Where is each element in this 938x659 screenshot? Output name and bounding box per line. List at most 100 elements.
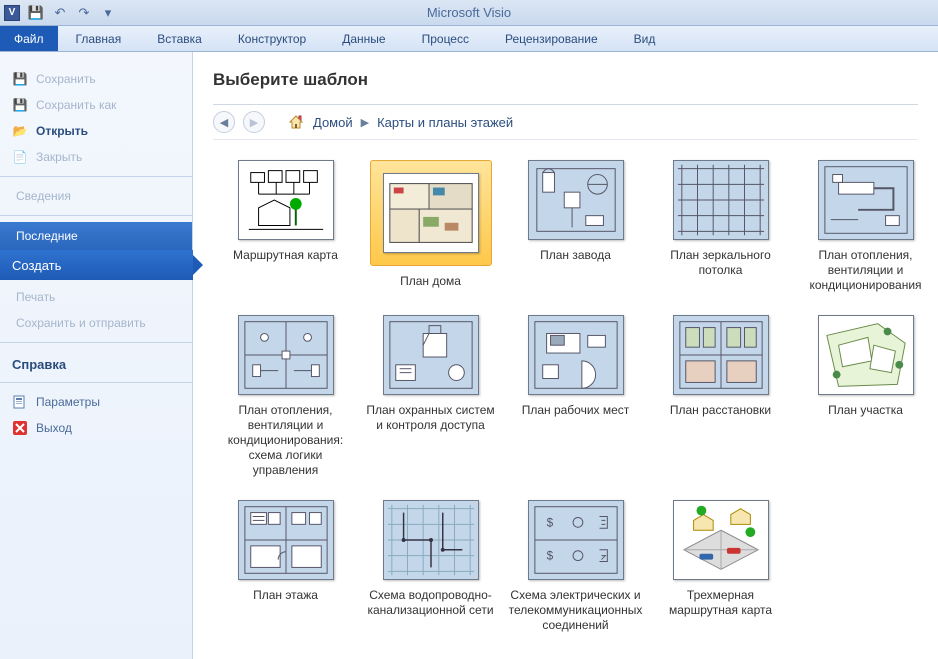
sidebar-create[interactable]: Создать xyxy=(0,250,193,280)
template-thumbnail xyxy=(238,315,334,395)
options-icon xyxy=(12,394,28,410)
template-electrical[interactable]: $$ Схема электрических и телекоммуникаци… xyxy=(503,496,648,637)
quick-access-toolbar: 💾 ↶ ↷ ▾ xyxy=(28,5,116,21)
sidebar-divider xyxy=(0,382,192,383)
app-icon: V xyxy=(4,5,20,21)
sidebar-recent[interactable]: Последние xyxy=(0,222,192,250)
tab-home[interactable]: Главная xyxy=(58,26,140,51)
nav-back-button[interactable]: ◀ xyxy=(213,111,235,133)
template-thumb-wrap xyxy=(528,160,624,240)
template-plumbing[interactable]: Схема водопроводно-канализационной сети xyxy=(358,496,503,637)
sidebar-exit-label: Выход xyxy=(36,421,72,435)
sidebar-open[interactable]: 📂 Открыть xyxy=(0,118,192,144)
qat-undo-icon[interactable]: ↶ xyxy=(52,5,68,21)
template-thumb-wrap xyxy=(370,160,492,266)
template-label: План зеркального потолка xyxy=(652,248,789,278)
template-label: План участка xyxy=(828,403,903,418)
sidebar-print-label: Печать xyxy=(16,290,55,304)
open-icon: 📂 xyxy=(12,123,28,139)
svg-text:$: $ xyxy=(546,550,553,563)
breadcrumb-bar: ◀ ▶ Домой ▶ Карты и планы этажей xyxy=(213,104,918,140)
template-thumbnail: $$ xyxy=(528,500,624,580)
template-thumb-wrap xyxy=(238,160,334,240)
template-label: План охранных систем и контроля доступа xyxy=(362,403,499,433)
sidebar-info[interactable]: Сведения xyxy=(0,183,192,209)
template-ceiling-plan[interactable]: План зеркального потолка xyxy=(648,156,793,297)
template-thumbnail xyxy=(383,315,479,395)
template-route-map[interactable]: Маршрутная карта xyxy=(213,156,358,297)
template-thumbnail xyxy=(528,315,624,395)
sidebar-save-as[interactable]: 💾 Сохранить как xyxy=(0,92,192,118)
sidebar-create-label: Создать xyxy=(12,258,61,273)
sidebar-options[interactable]: Параметры xyxy=(0,389,192,415)
sidebar-exit[interactable]: Выход xyxy=(0,415,192,441)
template-layout-plan[interactable]: План расстановки xyxy=(648,311,793,482)
template-thumbnail xyxy=(673,315,769,395)
template-hvac-logic[interactable]: План отопления, вентиляции и кондиционир… xyxy=(213,311,358,482)
app-title: Microsoft Visio xyxy=(427,5,511,20)
tab-view[interactable]: Вид xyxy=(616,26,674,51)
breadcrumb-home[interactable]: Домой xyxy=(313,115,353,130)
sidebar-close-label: Закрыть xyxy=(36,150,82,164)
content-panel: Выберите шаблон ◀ ▶ Домой ▶ Карты и план… xyxy=(193,52,938,659)
template-floor-plan[interactable]: План этажа xyxy=(213,496,358,637)
sidebar-save[interactable]: 💾 Сохранить xyxy=(0,66,192,92)
template-3d-route[interactable]: Трехмерная маршрутная карта xyxy=(648,496,793,637)
sidebar-options-label: Параметры xyxy=(36,395,100,409)
content-heading: Выберите шаблон xyxy=(213,70,918,90)
svg-text:$: $ xyxy=(546,516,553,529)
template-label: План завода xyxy=(540,248,611,263)
sidebar-divider xyxy=(0,342,192,343)
template-security-plan[interactable]: План охранных систем и контроля доступа xyxy=(358,311,503,482)
template-thumb-wrap xyxy=(238,315,334,395)
sidebar-save-send[interactable]: Сохранить и отправить xyxy=(0,310,192,336)
tab-review[interactable]: Рецензирование xyxy=(487,26,616,51)
template-label: План рабочих мест xyxy=(522,403,630,418)
ribbon: Файл Главная Вставка Конструктор Данные … xyxy=(0,26,938,52)
template-house-plan[interactable]: План дома xyxy=(358,156,503,297)
sidebar-close[interactable]: 📄 Закрыть xyxy=(0,144,192,170)
home-icon[interactable] xyxy=(287,113,305,131)
sidebar-help-heading[interactable]: Справка xyxy=(0,349,192,376)
qat-dropdown-icon[interactable]: ▾ xyxy=(100,5,116,21)
sidebar-info-label: Сведения xyxy=(16,189,71,203)
save-icon: 💾 xyxy=(12,71,28,87)
template-thumb-wrap xyxy=(818,315,914,395)
template-label: План дома xyxy=(400,274,461,289)
breadcrumb-category[interactable]: Карты и планы этажей xyxy=(377,115,513,130)
template-thumbnail xyxy=(238,160,334,240)
tab-insert[interactable]: Вставка xyxy=(139,26,220,51)
sidebar-save-send-label: Сохранить и отправить xyxy=(16,316,146,330)
sidebar-save-as-label: Сохранить как xyxy=(36,98,116,112)
breadcrumb-separator-icon: ▶ xyxy=(361,116,369,129)
template-hvac-plan[interactable]: План отопления, вентиляции и кондиционир… xyxy=(793,156,938,297)
template-factory-plan[interactable]: План завода xyxy=(503,156,648,297)
tab-process[interactable]: Процесс xyxy=(404,26,487,51)
sidebar-recent-label: Последние xyxy=(16,229,78,243)
template-grid: Маршрутная карта План дома План завода П… xyxy=(213,156,918,637)
close-icon: 📄 xyxy=(12,149,28,165)
template-label: План этажа xyxy=(253,588,318,603)
template-thumb-wrap xyxy=(673,160,769,240)
template-label: Маршрутная карта xyxy=(233,248,338,263)
template-thumbnail xyxy=(383,500,479,580)
template-thumb-wrap xyxy=(818,160,914,240)
sidebar-open-label: Открыть xyxy=(36,124,88,138)
template-site-plan[interactable]: План участка xyxy=(793,311,938,482)
template-label: План расстановки xyxy=(670,403,771,418)
qat-redo-icon[interactable]: ↷ xyxy=(76,5,92,21)
tab-file[interactable]: Файл xyxy=(0,26,58,51)
sidebar-divider xyxy=(0,215,192,216)
sidebar-print[interactable]: Печать xyxy=(0,284,192,310)
qat-save-icon[interactable]: 💾 xyxy=(28,5,44,21)
backstage-sidebar: 💾 Сохранить 💾 Сохранить как 📂 Открыть 📄 … xyxy=(0,52,193,659)
template-label: План отопления, вентиляции и кондиционир… xyxy=(217,403,354,478)
template-thumbnail xyxy=(673,500,769,580)
template-thumb-wrap xyxy=(673,315,769,395)
nav-forward-button[interactable]: ▶ xyxy=(243,111,265,133)
tab-data[interactable]: Данные xyxy=(324,26,403,51)
template-workspace-plan[interactable]: План рабочих мест xyxy=(503,311,648,482)
tab-designer[interactable]: Конструктор xyxy=(220,26,324,51)
sidebar-save-label: Сохранить xyxy=(36,72,96,86)
template-thumbnail xyxy=(528,160,624,240)
